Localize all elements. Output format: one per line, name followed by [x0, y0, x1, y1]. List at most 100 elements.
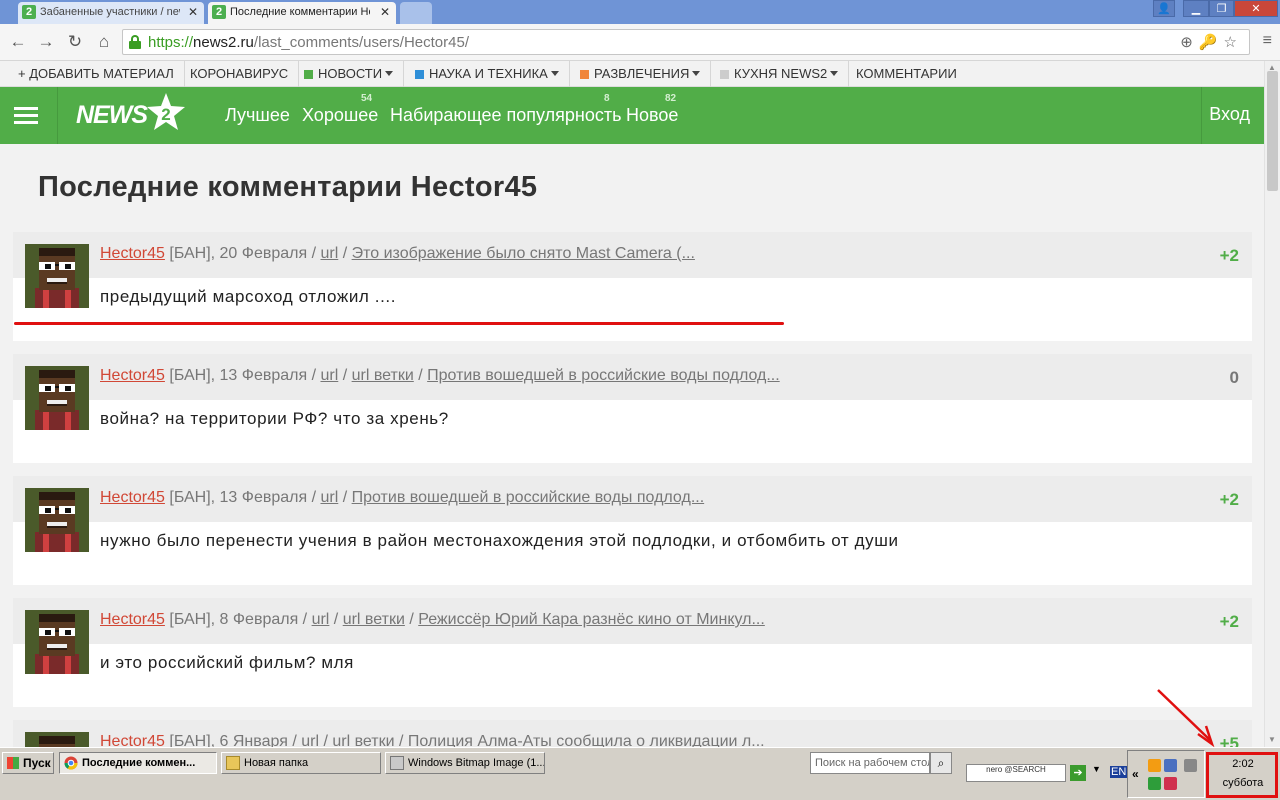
news2-favicon: 2 [212, 5, 226, 19]
site-menu-item[interactable]: КУХНЯ NEWS2 [710, 61, 850, 87]
scroll-down-arrow-icon[interactable]: ▼ [1268, 735, 1276, 744]
close-icon[interactable]: ✕ [188, 2, 198, 22]
taskbar-chrome[interactable]: Последние коммен... [59, 752, 217, 774]
comment-date: 13 Февраля [219, 489, 308, 506]
new-tab-button[interactable] [400, 2, 432, 24]
red-arrow-annotation [1157, 689, 1215, 748]
site-menu-item[interactable]: КОММЕНТАРИИ [846, 61, 967, 87]
avatar[interactable] [25, 366, 89, 430]
go-arrow-icon[interactable]: ➔ [1070, 765, 1086, 781]
category-color-dot [415, 70, 424, 79]
restore-button[interactable]: ❐ [1209, 0, 1234, 17]
taskbar-folder[interactable]: Новая папка [221, 752, 381, 774]
dropdown-arrow-icon[interactable]: ▼ [1092, 764, 1101, 774]
tray-app-icon[interactable] [1148, 759, 1161, 772]
author-link[interactable]: Hector45 [100, 367, 165, 384]
article-link[interactable]: Режиссёр Юрий Кара разнёс кино от Минкул… [418, 611, 765, 628]
lock-icon [129, 35, 141, 49]
url-link[interactable]: url [320, 489, 338, 506]
site-menu-item[interactable]: + ДОБАВИТЬ МАТЕРИАЛ [8, 61, 185, 87]
nav-rising[interactable]: Набирающее популярность [390, 105, 621, 126]
category-color-dot [580, 70, 589, 79]
nav-new[interactable]: Новое [626, 105, 678, 126]
minimize-button[interactable]: ▁ [1183, 0, 1209, 17]
hamburger-menu-icon[interactable] [14, 107, 38, 125]
nero-search-input[interactable]: nero @SEARCH [966, 764, 1066, 782]
thread-url-link[interactable]: url ветки [352, 367, 414, 384]
chrome-icon [64, 756, 78, 770]
site-menu-item[interactable]: НАУКА И ТЕХНИКА [405, 61, 570, 87]
comment-card: Hector45 [БАН], 13 Февраля / url / Проти… [13, 476, 1252, 585]
forward-arrow-icon[interactable]: → [34, 30, 58, 54]
url-link[interactable]: url [312, 611, 330, 628]
red-underline-annotation [14, 322, 784, 325]
desktop-search-input[interactable]: Поиск на рабочем столе [810, 752, 930, 774]
site-menu-item[interactable]: РАЗВЛЕЧЕНИЯ [570, 61, 712, 87]
page-title: Последние комментарии Hector45 [38, 171, 538, 203]
tray-expand-icon[interactable]: « [1132, 767, 1139, 781]
windows-logo-icon [7, 757, 19, 769]
site-menu-item[interactable]: КОРОНАВИРУС [180, 61, 300, 87]
windows-taskbar: Пуск Последние коммен... Новая папка Win… [0, 747, 1280, 800]
browser-tab-strip: 2 Забаненные участники / news2 ✕ 2 После… [0, 0, 1280, 24]
site-menu-item[interactable]: НОВОСТИ [294, 61, 405, 87]
header-divider [1201, 87, 1202, 144]
comment-card: Hector45 [БАН], 13 Февраля / url / url в… [13, 354, 1252, 463]
author-link[interactable]: Hector45 [100, 245, 165, 262]
close-icon[interactable]: ✕ [380, 2, 390, 22]
comment-text: предыдущий марсоход отложил .... [100, 287, 397, 306]
browser-menu-icon[interactable]: ≡ [1263, 32, 1272, 50]
tray-app-icon[interactable] [1164, 759, 1177, 772]
back-arrow-icon[interactable]: ← [6, 30, 30, 54]
header-divider [57, 87, 58, 144]
url-link[interactable]: url [320, 367, 338, 384]
start-button[interactable]: Пуск [2, 752, 54, 774]
article-link[interactable]: Против вошедшей в российские воды подлод… [352, 489, 705, 506]
network-icon[interactable] [1148, 777, 1161, 790]
comment-meta: Hector45 [БАН], 13 Февраля / url / Проти… [100, 489, 705, 506]
avatar[interactable] [25, 488, 89, 552]
red-box-annotation [1206, 752, 1278, 798]
reload-icon[interactable]: ↻ [63, 30, 87, 54]
category-color-dot [720, 70, 729, 79]
browser-toolbar: ← → ↻ ⌂ https://news2.ru/last_comments/u… [0, 24, 1280, 61]
article-link[interactable]: Это изображение было снято Mast Camera (… [352, 245, 695, 262]
vertical-scrollbar[interactable]: ▲ ▼ [1264, 61, 1280, 747]
comment-score: 0 [1229, 368, 1239, 387]
taskbar-paint[interactable]: Windows Bitmap Image (1... [385, 752, 545, 774]
tab-last-comments[interactable]: 2 Последние комментарии Hector45 ✕ [208, 2, 396, 24]
comment-score: +2 [1219, 246, 1239, 265]
avatar[interactable] [25, 610, 89, 674]
tray-app-icon[interactable] [1164, 777, 1177, 790]
thread-url-link[interactable]: url ветки [343, 611, 405, 628]
site-header: NEWS 2 Лучшее Хорошее 54 Набирающее попу… [0, 87, 1264, 144]
nav-new-count: 82 [665, 93, 677, 104]
search-icon[interactable]: ⌕ [930, 752, 952, 774]
language-indicator[interactable]: EN [1110, 766, 1128, 778]
author-link[interactable]: Hector45 [100, 611, 165, 628]
comment-date: 20 Февраля [219, 245, 308, 262]
ban-status: [БАН] [169, 489, 211, 506]
comment-text: война? на территории РФ? что за хрень? [100, 409, 449, 428]
tray-app-icon[interactable] [1184, 759, 1197, 772]
login-link[interactable]: Вход [1209, 104, 1250, 125]
address-bar[interactable]: https://news2.ru/last_comments/users/Hec… [122, 29, 1250, 55]
site-logo[interactable]: NEWS [76, 101, 148, 130]
scrollbar-thumb[interactable] [1267, 71, 1278, 191]
nav-best[interactable]: Лучшее [225, 105, 290, 126]
tab-banned-users[interactable]: 2 Забаненные участники / news2 ✕ [18, 2, 204, 24]
paint-icon [390, 756, 404, 770]
url-link[interactable]: url [320, 245, 338, 262]
chevron-down-icon [830, 71, 839, 76]
nav-good-count: 54 [361, 93, 373, 104]
home-icon[interactable]: ⌂ [92, 30, 116, 54]
article-link[interactable]: Против вошедшей в российские воды подлод… [427, 367, 780, 384]
nav-good[interactable]: Хорошее [302, 105, 378, 126]
avatar[interactable] [25, 244, 89, 308]
zoom-icon[interactable]: ⊕🔑☆ [1180, 33, 1243, 51]
url-text[interactable]: https://news2.ru/last_comments/users/Hec… [148, 34, 469, 51]
close-window-button[interactable]: ✕ [1234, 0, 1278, 17]
author-link[interactable]: Hector45 [100, 489, 165, 506]
news2-favicon: 2 [22, 5, 36, 19]
profile-icon[interactable]: 👤 [1153, 0, 1175, 17]
